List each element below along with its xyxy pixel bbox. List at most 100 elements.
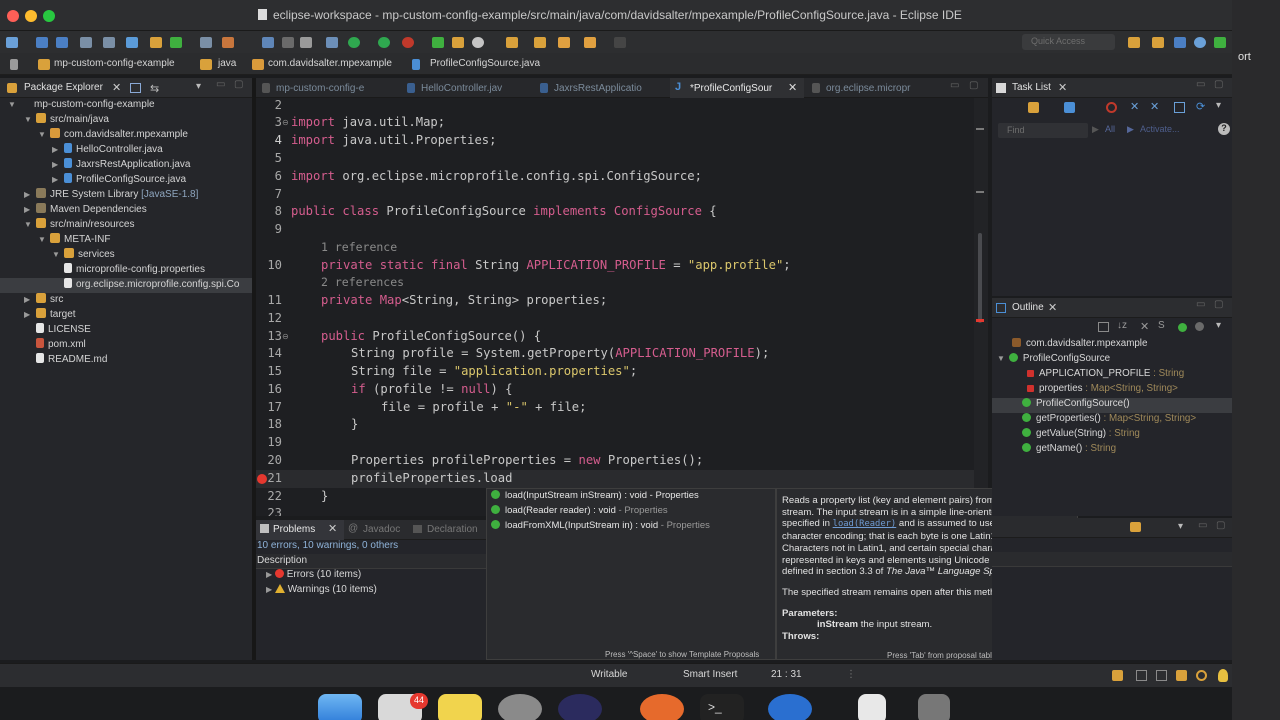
maximize-icon[interactable]: ▢ — [1216, 520, 1225, 531]
new-task-icon[interactable] — [1028, 102, 1039, 113]
run-icon[interactable] — [348, 37, 360, 48]
minimize-icon[interactable]: ▭ — [1196, 79, 1205, 90]
back-icon[interactable] — [558, 37, 570, 48]
breadcrumb-back-icon[interactable] — [10, 59, 18, 70]
external-tools-icon[interactable] — [402, 37, 414, 48]
trash-icon[interactable] — [918, 694, 950, 720]
firefox-icon[interactable] — [640, 694, 684, 720]
finder-icon[interactable] — [318, 694, 362, 720]
skip-breakpoints-icon[interactable] — [103, 37, 115, 48]
tab-pom-editor[interactable]: mp-custom-config-e — [256, 78, 390, 98]
outline-get-name[interactable]: getName() : String — [1022, 443, 1116, 458]
new-icon[interactable] — [6, 37, 18, 48]
view-menu-icon[interactable]: ▾ — [1216, 100, 1221, 111]
open-task-icon[interactable] — [452, 37, 464, 48]
error-overview-marker[interactable] — [976, 319, 984, 322]
tree-project[interactable]: ▼ mp-custom-config-example — [8, 98, 155, 113]
open-type-icon[interactable] — [200, 37, 212, 48]
expand-arrow-icon[interactable]: ▼ — [38, 130, 46, 139]
outline-tab[interactable]: Outline ✕ ▭ ▢ — [992, 298, 1232, 318]
expand-arrow-icon[interactable]: ▼ — [997, 354, 1005, 363]
hide-static-icon[interactable]: S — [1158, 320, 1165, 331]
expand-arrow-icon[interactable]: ▶ — [24, 205, 30, 214]
expand-arrow-icon[interactable]: ▼ — [24, 115, 32, 124]
format-icon[interactable] — [262, 37, 274, 48]
expand-arrow-icon[interactable]: ▶ — [52, 175, 58, 184]
tab-javadoc[interactable]: @ Javadoc — [346, 520, 400, 540]
new-class-icon[interactable] — [150, 37, 162, 48]
outline-field-properties[interactable]: properties : Map<String, String> — [1027, 383, 1178, 398]
new-project-icon[interactable] — [126, 37, 138, 48]
tree-profile-config-source[interactable]: ▶ ProfileConfigSource.java — [52, 173, 186, 188]
tree-license[interactable]: LICENSE — [36, 323, 91, 338]
close-icon[interactable]: ✕ — [1058, 81, 1067, 94]
java-perspective-icon[interactable] — [1174, 37, 1186, 48]
outline-package[interactable]: com.davidsalter.mpexample — [1012, 338, 1147, 353]
scrollbar-thumb[interactable] — [978, 233, 982, 323]
collapse-all-icon[interactable] — [130, 83, 141, 93]
tree-src-main-resources[interactable]: ▼ src/main/resources — [24, 218, 134, 233]
status-icon[interactable] — [1176, 670, 1187, 681]
hide-fields-icon[interactable]: ✕ — [1140, 320, 1149, 333]
tab-profile-config-source[interactable]: J *ProfileConfigSour ✕ — [670, 78, 804, 98]
tree-pom[interactable]: pom.xml — [36, 338, 86, 353]
close-icon[interactable]: ✕ — [328, 522, 337, 535]
proposal-load-from-xml[interactable]: loadFromXML(InputStream in) : void - Pro… — [491, 520, 710, 535]
outline-class[interactable]: ▼ ProfileConfigSource — [997, 353, 1110, 368]
minimize-icon[interactable]: ▭ — [950, 80, 959, 91]
tree-readme[interactable]: README.md — [36, 353, 107, 368]
hide-nonpublic-icon[interactable] — [1178, 323, 1187, 332]
expand-arrow-icon[interactable]: ▶ — [52, 160, 58, 169]
save-all-icon[interactable] — [56, 37, 68, 48]
tip-icon[interactable] — [1218, 669, 1228, 682]
next-annotation-icon[interactable] — [534, 37, 546, 48]
status-icon[interactable] — [1136, 670, 1147, 681]
close-window-button[interactable] — [7, 10, 19, 22]
activate-link[interactable]: Activate... — [1140, 124, 1180, 134]
collapse-all-icon[interactable] — [1098, 322, 1109, 332]
filter-arrow-icon[interactable]: ▶ — [1092, 124, 1099, 135]
task-list-tab[interactable]: Task List ✕ ▭ ▢ — [992, 78, 1232, 98]
status-icon[interactable] — [1112, 670, 1123, 681]
view-menu-icon[interactable]: ▾ — [1216, 320, 1221, 331]
status-icon[interactable] — [1156, 670, 1167, 681]
expand-arrow-icon[interactable]: ▼ — [38, 235, 46, 244]
search-icon[interactable] — [472, 37, 484, 48]
terminal-icon[interactable]: >_ — [700, 694, 744, 720]
expand-arrow-icon[interactable]: ▶ — [266, 570, 272, 579]
eclipse-icon[interactable] — [558, 694, 602, 720]
refresh-icon[interactable]: ⟳ — [1196, 100, 1205, 113]
close-icon[interactable]: ✕ — [112, 81, 121, 94]
warning-overview-marker[interactable] — [976, 191, 984, 193]
tab-spi-file[interactable]: org.eclipse.micropr — [806, 78, 934, 98]
web-perspective-icon[interactable] — [1194, 37, 1206, 48]
view-menu-icon[interactable]: ▾ — [1178, 521, 1183, 532]
expand-arrow-icon[interactable]: ▼ — [24, 220, 32, 229]
warning-overview-marker[interactable] — [976, 128, 984, 130]
tree-jre-library[interactable]: ▶ JRE System Library [JavaSE-1.8] — [24, 188, 198, 203]
notes-icon[interactable] — [438, 694, 482, 720]
proposal-load-reader[interactable]: load(Reader reader) : void - Properties — [491, 505, 668, 520]
tree-hello-controller[interactable]: ▶ HelloController.java — [52, 143, 163, 158]
expand-arrow-icon[interactable]: ▶ — [266, 585, 272, 594]
breadcrumb-package[interactable]: com.davidsalter.mpexample — [268, 58, 392, 69]
tab-declaration[interactable]: Declaration — [410, 520, 478, 540]
expand-arrow-icon[interactable]: ▶ — [24, 295, 30, 304]
close-tab-icon[interactable]: ✕ — [788, 81, 797, 94]
tree-services[interactable]: ▼ services — [52, 248, 115, 263]
status-icon[interactable] — [1196, 670, 1207, 681]
collapse-icon[interactable]: ✕ — [1130, 100, 1139, 113]
breadcrumb-project[interactable]: mp-custom-config-example — [54, 58, 175, 69]
terminal-icon[interactable] — [80, 37, 92, 48]
document-icon[interactable] — [858, 694, 886, 720]
tab-hello-controller[interactable]: HelloController.jav — [401, 78, 529, 98]
quick-access-input[interactable]: Quick Access — [1022, 34, 1115, 50]
code-lens-references[interactable]: 1 reference — [321, 240, 397, 258]
new-java-class-icon[interactable] — [432, 37, 444, 48]
console-filter-icon[interactable] — [1130, 522, 1141, 532]
outline-field-application-profile[interactable]: APPLICATION_PROFILE : String — [1027, 368, 1184, 383]
tree-meta-inf[interactable]: ▼ META-INF — [38, 233, 110, 248]
maximize-window-button[interactable] — [43, 10, 55, 22]
app-icon[interactable] — [768, 694, 812, 720]
tree-package[interactable]: ▼ com.davidsalter.mpexample — [38, 128, 188, 143]
